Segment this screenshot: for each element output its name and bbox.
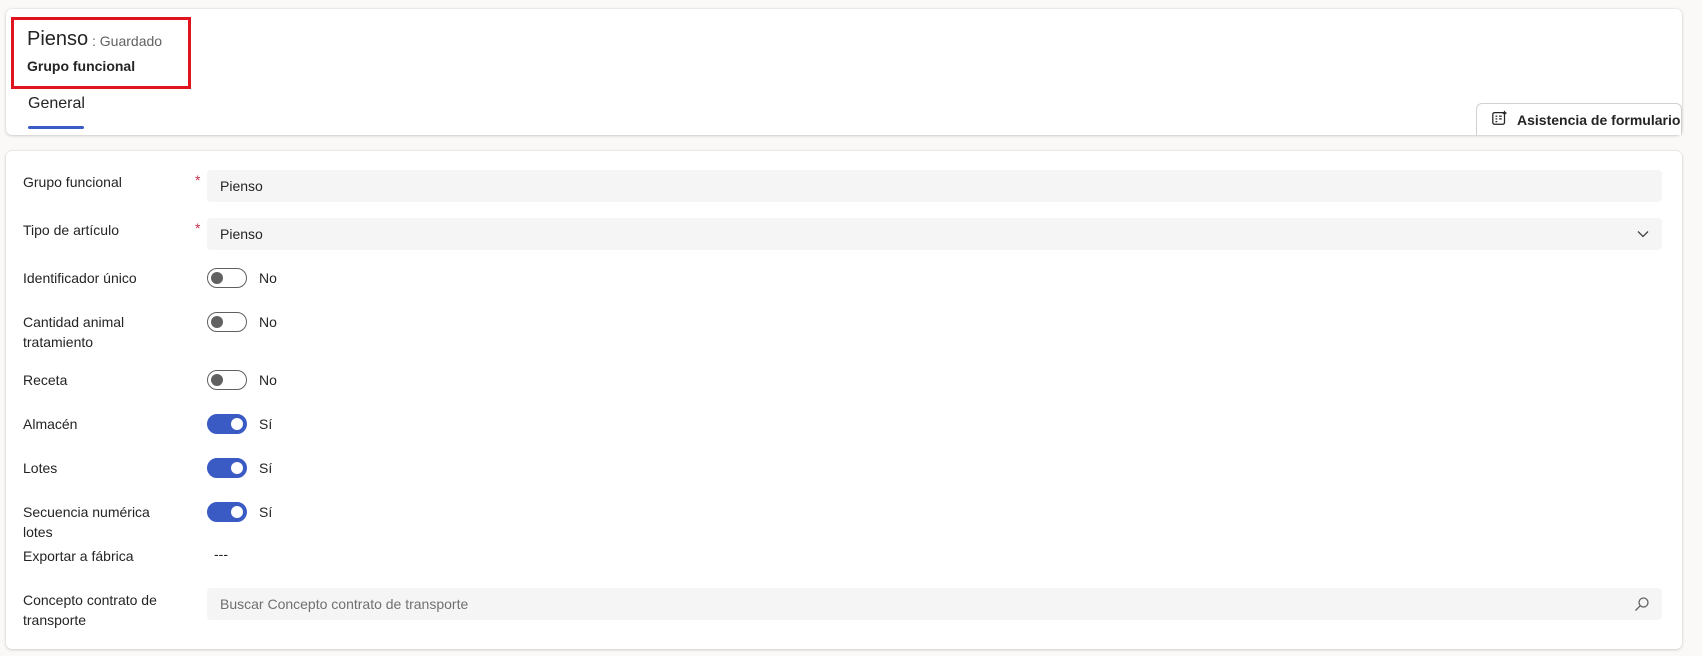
required-indicator: * <box>195 220 201 236</box>
form-assist-button[interactable]: Asistencia de formulario <box>1476 103 1682 135</box>
receta-toggle[interactable] <box>207 370 247 390</box>
identificador-unico-toggle[interactable] <box>207 268 247 288</box>
identificador-unico-value: No <box>259 270 277 286</box>
toggle-knob <box>231 506 243 518</box>
receta-value: No <box>259 372 277 388</box>
field-label-identificador-unico: Identificador único <box>23 270 137 286</box>
tipo-articulo-value: Pienso <box>220 226 263 242</box>
lotes-value: Sí <box>259 460 273 476</box>
cantidad-animal-tratamiento-value: No <box>259 314 277 330</box>
record-title: Pienso <box>27 28 89 50</box>
secuencia-numerica-lotes-value: Sí <box>259 504 273 520</box>
toggle-knob <box>211 374 223 386</box>
record-save-status: : Guardado <box>92 33 163 49</box>
lotes-toggle[interactable] <box>207 458 247 478</box>
field-label-secuencia-numerica-lotes: Secuencia numérica lotes <box>23 504 150 540</box>
toggle-knob <box>231 418 243 430</box>
search-icon[interactable] <box>1634 596 1650 612</box>
chevron-down-icon <box>1637 231 1649 238</box>
entity-name: Grupo funcional <box>27 58 136 74</box>
field-label-cantidad-animal-tratamiento: Cantidad animal tratamiento <box>23 314 125 350</box>
tab-general[interactable]: General <box>28 95 85 113</box>
field-label-concepto-contrato-transporte: Concepto contrato de transporte <box>23 592 157 628</box>
concepto-contrato-transporte-lookup[interactable]: Buscar Concepto contrato de transporte <box>207 588 1662 620</box>
field-label-tipo-articulo: Tipo de artículo <box>23 222 119 238</box>
secuencia-numerica-lotes-toggle[interactable] <box>207 502 247 522</box>
field-label-grupo-funcional: Grupo funcional <box>23 174 122 190</box>
field-label-almacen: Almacén <box>23 416 78 432</box>
grupo-funcional-input[interactable]: Pienso <box>207 170 1662 202</box>
toggle-knob <box>231 462 243 474</box>
toggle-knob <box>211 272 223 284</box>
tab-selected-indicator <box>28 126 84 129</box>
toggle-knob <box>211 316 223 328</box>
record-header <box>6 9 1682 135</box>
field-label-receta: Receta <box>23 372 68 388</box>
cantidad-animal-tratamiento-toggle[interactable] <box>207 312 247 332</box>
form-assist-label: Asistencia de formulario <box>1517 111 1681 128</box>
tipo-articulo-select[interactable]: Pienso <box>207 218 1662 250</box>
lookup-placeholder: Buscar Concepto contrato de transporte <box>220 596 469 612</box>
form-assist-icon <box>1491 109 1509 130</box>
field-label-exportar-fabrica: Exportar a fábrica <box>23 548 134 564</box>
almacen-value: Sí <box>259 416 273 432</box>
exportar-fabrica-value: --- <box>214 546 228 562</box>
almacen-toggle[interactable] <box>207 414 247 434</box>
field-label-lotes: Lotes <box>23 460 58 476</box>
required-indicator: * <box>195 172 201 188</box>
